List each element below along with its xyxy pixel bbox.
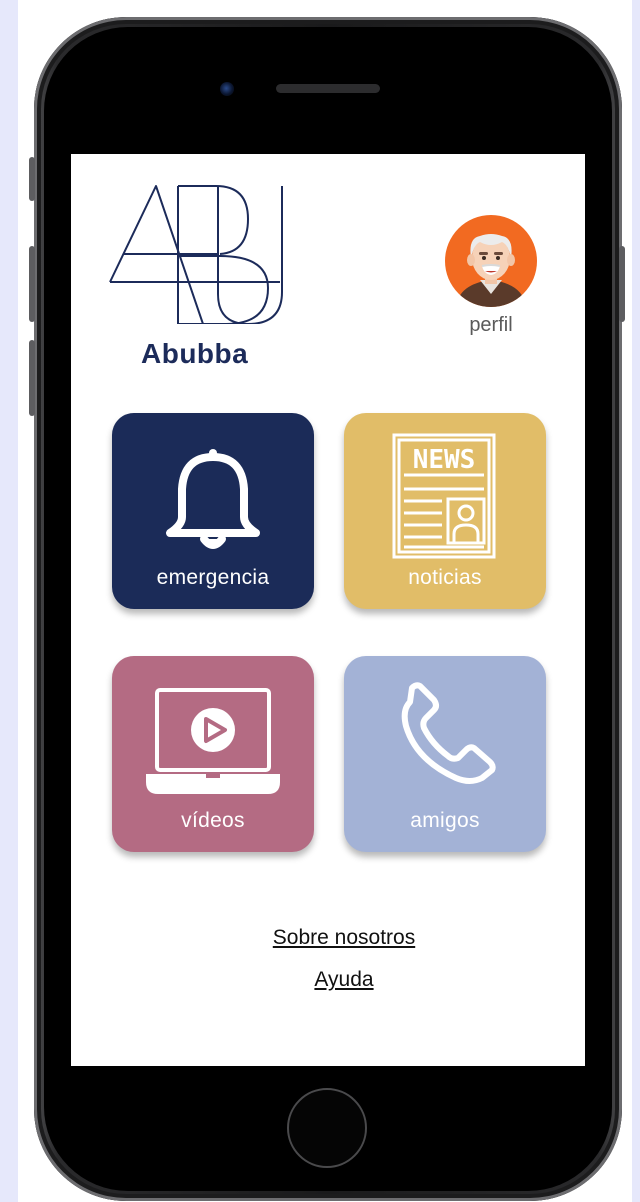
emergency-label: emergencia: [156, 566, 270, 589]
volume-up-button: [29, 246, 35, 322]
emergency-button[interactable]: emergencia: [112, 413, 314, 609]
laptop-play-icon: [146, 688, 280, 794]
avatar-icon: [445, 215, 537, 307]
stage: Abubba perfil emergencia NEWS noticias v…: [0, 0, 640, 1202]
power-button: [619, 246, 625, 322]
friends-label: amigos: [410, 809, 480, 832]
news-button[interactable]: NEWS noticias: [344, 413, 546, 609]
news-masthead: NEWS: [413, 445, 476, 475]
bell-icon: [166, 449, 260, 549]
mute-switch: [29, 157, 35, 201]
help-link[interactable]: Ayuda: [71, 968, 585, 992]
app-screen: Abubba perfil emergencia NEWS noticias v…: [71, 154, 585, 1066]
profile-label: perfil: [469, 314, 513, 336]
earpiece-speaker: [276, 84, 380, 93]
profile-button[interactable]: perfil: [441, 214, 541, 337]
app-logo: [109, 185, 283, 324]
app-name: Abubba: [141, 338, 249, 369]
about-link[interactable]: Sobre nosotros: [71, 926, 585, 950]
friends-button[interactable]: amigos: [344, 656, 546, 852]
volume-down-button: [29, 340, 35, 416]
front-camera: [220, 82, 234, 96]
home-button[interactable]: [287, 1088, 367, 1168]
phone-icon: [401, 682, 496, 784]
videos-button[interactable]: vídeos: [112, 656, 314, 852]
videos-label: vídeos: [181, 809, 245, 832]
news-label: noticias: [408, 566, 482, 589]
newspaper-icon: NEWS: [392, 433, 496, 559]
